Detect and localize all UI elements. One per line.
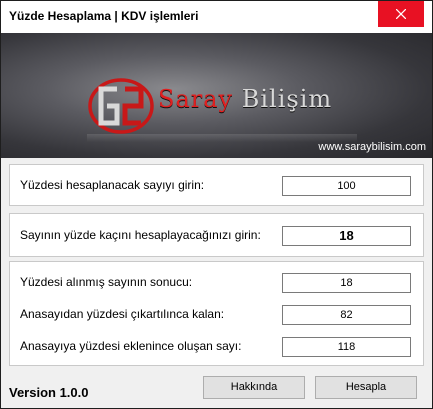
calculate-button[interactable]: Hesapla <box>315 376 417 399</box>
percent-result-field[interactable]: 18 <box>282 273 411 293</box>
number-label: Yüzdesi hesaplanacak sayıyı girin: <box>20 178 205 192</box>
brand-second-word: Bilişim <box>241 85 333 113</box>
header-banner: Saray Bilişim www.saraybilisim.com <box>1 33 432 158</box>
added-label: Anasayıya yüzdesi eklenince oluşan sayı: <box>20 339 242 353</box>
window-title: Yüzde Hesaplama | KDV işlemleri <box>9 9 199 23</box>
subtracted-field[interactable]: 82 <box>282 305 411 325</box>
brand-first-word: Saray <box>158 85 234 113</box>
close-icon <box>396 9 406 19</box>
logo-reflection <box>87 134 357 142</box>
brand-wordmark: Saray Bilişim <box>158 85 332 113</box>
website-url: www.saraybilisim.com <box>318 141 426 153</box>
percent-result-label: Yüzdesi alınmış sayının sonucu: <box>20 275 193 289</box>
added-field[interactable]: 118 <box>282 337 411 357</box>
percent-label: Sayının yüzde kaçını hesaplayacağınızı g… <box>20 228 261 242</box>
percent-input[interactable]: 18 <box>282 226 411 246</box>
version-label: Version 1.0.0 <box>9 385 89 400</box>
subtracted-label: Anasayıdan yüzdesi çıkartılınca kalan: <box>20 307 225 321</box>
about-button[interactable]: Hakkında <box>203 376 305 399</box>
app-window: Yüzde Hesaplama | KDV işlemleri Saray Bi… <box>0 0 433 409</box>
saray-logo-icon <box>88 78 154 134</box>
percent-input-group: Sayının yüzde kaçını hesaplayacağınızı g… <box>9 213 424 257</box>
number-input[interactable]: 100 <box>282 176 411 196</box>
title-bar[interactable]: Yüzde Hesaplama | KDV işlemleri <box>1 1 432 33</box>
close-button[interactable] <box>378 1 424 27</box>
number-input-group: Yüzdesi hesaplanacak sayıyı girin: 100 <box>9 164 424 206</box>
results-group: Yüzdesi alınmış sayının sonucu: 18 Anasa… <box>9 261 424 366</box>
